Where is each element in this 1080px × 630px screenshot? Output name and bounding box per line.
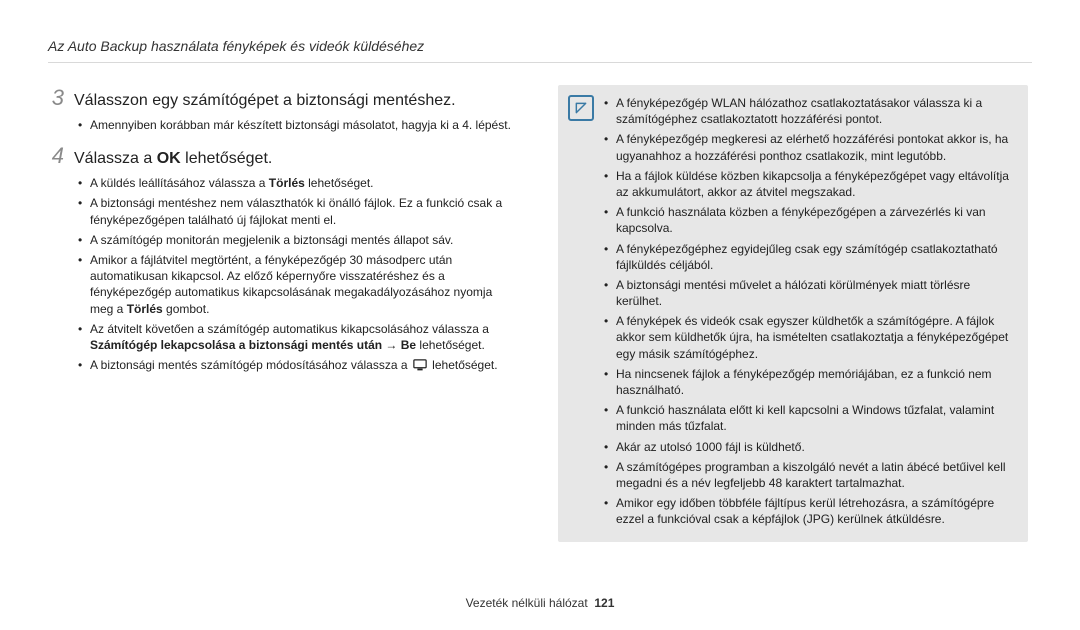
step-4-bullets: A küldés leállításához válassza a Törlés… [48,175,518,373]
step-4-number: 4 [48,143,64,169]
list-item: Amennyiben korábban már készített bizton… [90,117,518,133]
list-item: Az átvitelt követően a számítógép automa… [90,321,518,353]
page-header: Az Auto Backup használata fényképek és v… [48,38,1032,63]
step-4-title: Válassza a OK lehetőséget. [74,150,272,168]
list-item: A számítógépes programban a kiszolgáló n… [604,459,1014,491]
text: A küldés leállításához válassza a [90,176,269,190]
step-4-head: 4 Válassza a OK lehetőséget. [48,143,518,169]
list-item: Akár az utolsó 1000 fájl is küldhető. [604,439,1014,455]
list-item: A fényképek és videók csak egyszer küldh… [604,313,1014,362]
text: lehetőséget. [429,358,498,372]
list-item: Amikor egy időben többféle fájltípus ker… [604,495,1014,527]
list-item: A fényképezőgép megkeresi az elérhető ho… [604,131,1014,163]
list-item: A számítógép monitorán megjelenik a bizt… [90,232,518,248]
list-item: A funkció használata előtt ki kell kapcs… [604,402,1014,434]
text: A biztonsági mentés számítógép módosítás… [90,358,411,372]
bold-text: Számítógép lekapcsolása a biztonsági men… [90,338,416,352]
step-3-head: 3 Válasszon egy számítógépet a biztonság… [48,85,518,111]
list-item: A biztonsági mentéshez nem választhatók … [90,195,518,227]
footer-section: Vezeték nélküli hálózat [466,596,588,610]
step-3-number: 3 [48,85,64,111]
step-3-title: Válasszon egy számítógépet a biztonsági … [74,92,456,110]
page-header-title: Az Auto Backup használata fényképek és v… [48,38,424,54]
step-3-bullets: Amennyiben korábban már készített bizton… [48,117,518,133]
text: Az átvitelt követően a számítógép automa… [90,322,489,336]
bold-text: Törlés [269,176,305,190]
step-3: 3 Válasszon egy számítógépet a biztonság… [48,85,518,133]
step-4: 4 Válassza a OK lehetőséget. A küldés le… [48,143,518,373]
list-item: A küldés leállításához válassza a Törlés… [90,175,518,191]
text: lehetőséget. [305,176,374,190]
text: lehetőséget. [416,338,485,352]
list-item: A fényképezőgép WLAN hálózathoz csatlako… [604,95,1014,127]
list-item: A biztonsági mentési művelet a hálózati … [604,277,1014,309]
note-list: A fényképezőgép WLAN hálózathoz csatlako… [604,95,1014,528]
left-column: 3 Válasszon egy számítógépet a biztonság… [48,85,518,584]
bold-text: Törlés [127,302,163,316]
step-4-title-post: lehetőséget. [181,150,273,167]
footer-page-number: 121 [594,596,614,610]
list-item: A funkció használata közben a fényképező… [604,204,1014,236]
note-icon [568,95,594,121]
list-item: Amikor a fájlátvitel megtörtént, a fényk… [90,252,518,317]
page-footer: Vezeték nélküli hálózat 121 [48,584,1032,610]
text: gombot. [163,302,210,316]
list-item: A biztonsági mentés számítógép módosítás… [90,357,518,373]
note-box: A fényképezőgép WLAN hálózathoz csatlako… [558,85,1028,542]
step-4-title-pre: Válassza a [74,150,157,167]
list-item: Ha a fájlok küldése közben kikapcsolja a… [604,168,1014,200]
change-computer-icon [413,359,427,371]
page: Az Auto Backup használata fényképek és v… [0,0,1080,630]
list-item: A fényképezőgéphez egyidejűleg csak egy … [604,241,1014,273]
content-columns: 3 Válasszon egy számítógépet a biztonság… [48,85,1032,584]
step-4-title-bold: OK [157,150,181,167]
list-item: Ha nincsenek fájlok a fényképezőgép memó… [604,366,1014,398]
right-column: A fényképezőgép WLAN hálózathoz csatlako… [558,85,1028,584]
